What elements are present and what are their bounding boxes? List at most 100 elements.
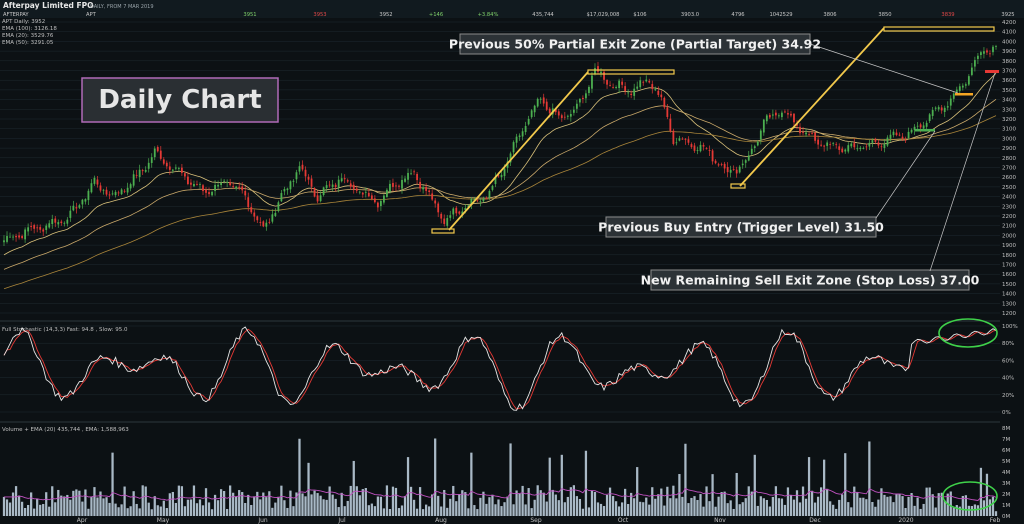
stoch-tick-label: 40% <box>1002 376 1014 382</box>
price-tick-label: 3900 <box>1002 49 1016 55</box>
volume-bar <box>313 490 316 516</box>
price-tick-label: 3600 <box>1002 78 1016 84</box>
annotation-target-text: Previous 50% Partial Exit Zone (Partial … <box>449 37 821 52</box>
volume-bar <box>696 500 699 516</box>
candle-body <box>675 142 678 144</box>
candle-body <box>410 173 412 175</box>
volume-bar <box>807 457 811 516</box>
candle-body <box>187 176 189 185</box>
candle-body <box>986 50 988 53</box>
volume-bar <box>518 493 521 516</box>
volume-bar <box>633 498 636 516</box>
candle-body <box>437 203 440 213</box>
candle-body <box>295 172 298 180</box>
candle-body <box>518 135 521 138</box>
candle-body <box>168 166 171 170</box>
price-tick-label: 1700 <box>1002 263 1016 269</box>
candle-body <box>383 195 385 203</box>
candle-body <box>642 81 645 83</box>
volume-bar <box>726 503 729 516</box>
candle-body <box>500 174 503 178</box>
candle-body <box>358 191 361 193</box>
volume-bar <box>17 495 21 516</box>
quote-cell-5: +146 <box>429 12 443 18</box>
price-tick-label: 3300 <box>1002 107 1016 113</box>
volume-bar <box>780 498 784 516</box>
candle-body <box>687 139 690 143</box>
candle-body <box>925 122 928 127</box>
x-month-label: Aug <box>435 517 447 524</box>
candle-body <box>750 148 753 154</box>
volume-bar <box>569 487 572 516</box>
volume-bar <box>617 506 621 516</box>
volume-bar <box>660 488 663 516</box>
volume-bar <box>841 494 844 516</box>
candle-body <box>844 149 847 152</box>
candle-body <box>684 138 687 140</box>
volume-bar <box>201 505 205 516</box>
volume-bar <box>557 500 560 516</box>
candle-body <box>660 94 663 98</box>
candle-body <box>48 223 51 228</box>
volume-bar <box>783 504 787 516</box>
candle-body <box>313 188 316 197</box>
candle-body <box>588 86 590 93</box>
price-tick-label: 3500 <box>1002 88 1016 94</box>
candle-body <box>838 146 841 150</box>
x-month-label: Jun <box>257 517 268 524</box>
volume-bar <box>530 508 533 516</box>
candle-body <box>60 221 63 224</box>
partial-target-marker <box>955 93 973 96</box>
volume-bar <box>364 488 367 516</box>
candle-body <box>946 106 949 108</box>
candle-body <box>895 132 898 136</box>
price-tick-label: 2800 <box>1002 156 1016 162</box>
candle-body <box>6 236 8 242</box>
candle-body <box>585 93 587 99</box>
candle-body <box>319 195 322 202</box>
quote-cell-2: 3951 <box>243 12 256 18</box>
volume-bar <box>222 490 226 516</box>
candle-body <box>156 147 159 152</box>
price-tick-label: 3700 <box>1002 69 1016 75</box>
candle-body <box>545 101 548 110</box>
candle-body <box>699 144 702 152</box>
candle-body <box>539 98 542 100</box>
volume-bar <box>132 491 135 516</box>
volume-bar <box>54 502 57 516</box>
candle-body <box>723 163 726 169</box>
candle-body <box>111 193 114 195</box>
stoch-tick-label: 20% <box>1002 393 1014 399</box>
volume-bar <box>768 506 771 516</box>
candle-body <box>105 189 108 195</box>
candle-body <box>425 186 428 191</box>
candle-body <box>765 115 768 122</box>
candle-body <box>217 184 219 187</box>
volume-bar <box>174 502 177 516</box>
candle-body <box>579 98 581 103</box>
stock-chart: Afterpay Limited FPO DAILY, FROM 7 MAR 2… <box>0 0 1024 524</box>
volume-bar <box>877 499 880 516</box>
candle-body <box>9 236 11 238</box>
candle-body <box>307 176 310 180</box>
candle-body <box>862 148 865 149</box>
candle-body <box>702 144 705 147</box>
volume-bar <box>373 506 376 516</box>
volume-bar <box>292 506 295 516</box>
candle-body <box>211 191 213 196</box>
volume-bar <box>587 507 591 516</box>
quote-cell-1: APT <box>86 12 97 18</box>
candle-body <box>530 110 533 118</box>
volume-bar <box>901 496 904 516</box>
candle-body <box>989 53 991 55</box>
candle-body <box>132 174 135 186</box>
price-tick-label: 3000 <box>1002 136 1016 142</box>
volume-bar <box>147 502 150 516</box>
candle-body <box>241 186 244 191</box>
volume-bar <box>428 506 431 516</box>
candle-body <box>446 218 449 226</box>
stoch-tick-label: 60% <box>1002 358 1014 364</box>
quote-cell-9: $106 <box>633 12 646 18</box>
volume-bar <box>219 489 223 516</box>
volume-bar <box>400 505 404 516</box>
